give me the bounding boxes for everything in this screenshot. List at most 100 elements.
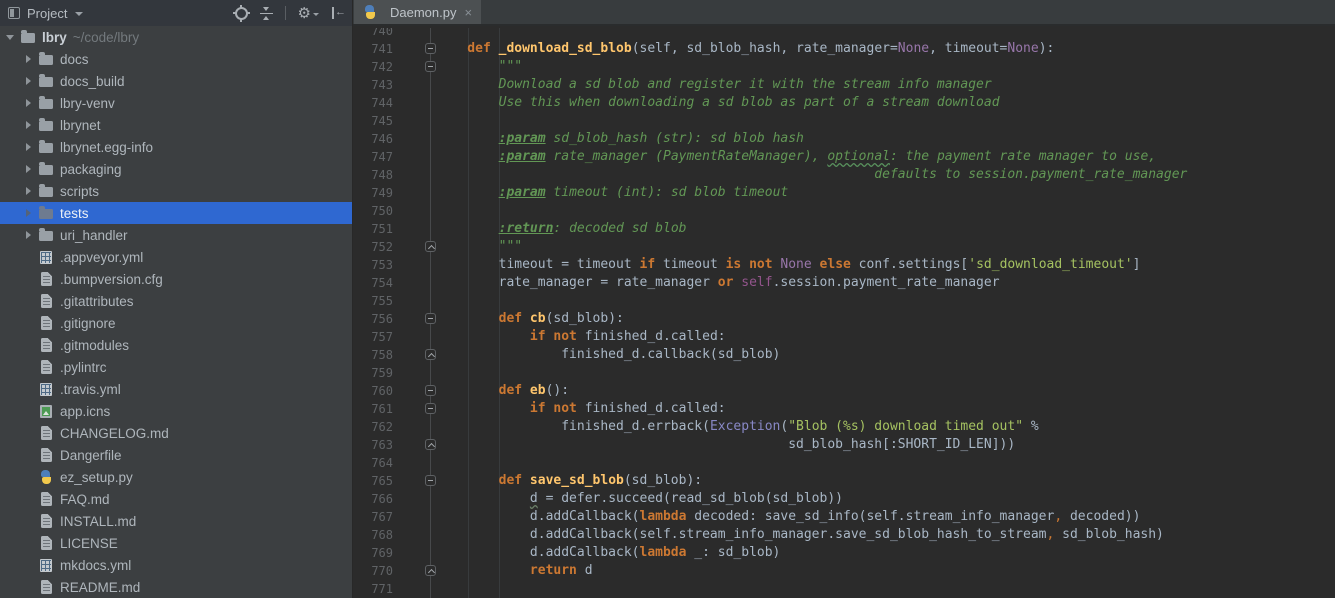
code-line[interactable]: defaults to session.payment_rate_manager: [353, 166, 1335, 184]
tree-item-readme-md[interactable]: README.md: [0, 576, 352, 598]
code-line[interactable]: d.addCallback(self.stream_info_manager.s…: [353, 526, 1335, 544]
code-line[interactable]: d.addCallback(lambda decoded: save_sd_in…: [353, 508, 1335, 526]
code-line[interactable]: d = defer.succeed(read_sd_blob(sd_blob)): [353, 490, 1335, 508]
chevron-expanded-icon[interactable]: [4, 35, 16, 40]
tree-item-mkdocs-yml[interactable]: mkdocs.yml: [0, 554, 352, 576]
tree-item--gitignore[interactable]: .gitignore: [0, 312, 352, 334]
tree-item--gitmodules[interactable]: .gitmodules: [0, 334, 352, 356]
code-line[interactable]: :return: decoded sd blob: [353, 220, 1335, 238]
folder-icon: [38, 227, 54, 243]
tree-item-packaging[interactable]: packaging: [0, 158, 352, 180]
code-line[interactable]: if not finished_d.called:: [353, 400, 1335, 418]
chevron-collapsed-icon[interactable]: [22, 55, 34, 63]
code-line[interactable]: [353, 28, 1335, 40]
editor-body[interactable]: 7407417427437447457467477487497507517527…: [353, 28, 1335, 598]
code-line[interactable]: if not finished_d.called:: [353, 328, 1335, 346]
code-line[interactable]: sd_blob_hash[:SHORT_ID_LEN])): [353, 436, 1335, 454]
code-line[interactable]: return d: [353, 562, 1335, 580]
code-line[interactable]: [353, 112, 1335, 130]
tree-item-docs[interactable]: docs: [0, 48, 352, 70]
code-line[interactable]: d.addCallback(lambda _: sd_blob): [353, 544, 1335, 562]
tree-item-label: scripts: [60, 184, 99, 199]
tree-item-lbry[interactable]: lbry~/code/lbry: [0, 26, 352, 48]
code-line[interactable]: finished_d.callback(sd_blob): [353, 346, 1335, 364]
code-line[interactable]: rate_manager = rate_manager or self.sess…: [353, 274, 1335, 292]
code-line[interactable]: :param sd_blob_hash (str): sd blob hash: [353, 130, 1335, 148]
chevron-collapsed-icon[interactable]: [22, 187, 34, 195]
editor-area: Daemon.py × 7407417427437447457467477487…: [352, 0, 1335, 598]
tree-item--appveyor-yml[interactable]: .appveyor.yml: [0, 246, 352, 268]
project-panel: Project ⚙ lbry~/code/lbrydocsdocs_buildl…: [0, 0, 352, 598]
code-line[interactable]: [353, 580, 1335, 598]
chevron-collapsed-icon[interactable]: [22, 143, 34, 151]
tree-item-ez-setup-py[interactable]: ez_setup.py: [0, 466, 352, 488]
tree-item-app-icns[interactable]: app.icns: [0, 400, 352, 422]
tree-item--gitattributes[interactable]: .gitattributes: [0, 290, 352, 312]
code-line[interactable]: Use this when downloading a sd blob as p…: [353, 94, 1335, 112]
tree-item-faq-md[interactable]: FAQ.md: [0, 488, 352, 510]
locate-icon[interactable]: [235, 7, 248, 20]
tree-item-install-md[interactable]: INSTALL.md: [0, 510, 352, 532]
tree-item-label: Dangerfile: [60, 448, 122, 463]
tree-item-uri-handler[interactable]: uri_handler: [0, 224, 352, 246]
tree-item--travis-yml[interactable]: .travis.yml: [0, 378, 352, 400]
folder-icon: [38, 51, 54, 67]
code-line[interactable]: finished_d.errback(Exception("Blob (%s) …: [353, 418, 1335, 436]
folder-icon: [38, 139, 54, 155]
tree-item-dangerfile[interactable]: Dangerfile: [0, 444, 352, 466]
tree-item-label: mkdocs.yml: [60, 558, 131, 573]
gear-icon[interactable]: ⚙: [298, 7, 319, 20]
tree-item--pylintrc[interactable]: .pylintrc: [0, 356, 352, 378]
tree-item-changelog-md[interactable]: CHANGELOG.md: [0, 422, 352, 444]
chevron-collapsed-icon[interactable]: [22, 77, 34, 85]
code-line[interactable]: Download a sd blob and register it with …: [353, 76, 1335, 94]
tree-item-label: LICENSE: [60, 536, 118, 551]
chevron-collapsed-icon[interactable]: [22, 121, 34, 129]
yaml-file-icon: [38, 249, 54, 265]
chevron-down-icon[interactable]: [75, 12, 83, 16]
code-line[interactable]: :param timeout (int): sd blob timeout: [353, 184, 1335, 202]
code-line[interactable]: def _download_sd_blob(self, sd_blob_hash…: [353, 40, 1335, 58]
close-icon[interactable]: ×: [464, 5, 472, 20]
tree-item-label: .gitmodules: [60, 338, 129, 353]
tab-daemon-py[interactable]: Daemon.py ×: [354, 0, 481, 24]
code-line[interactable]: timeout = timeout if timeout is not None…: [353, 256, 1335, 274]
folder-icon: [38, 73, 54, 89]
chevron-collapsed-icon[interactable]: [22, 209, 34, 217]
code-line[interactable]: """: [353, 58, 1335, 76]
file-icon: [38, 513, 54, 529]
chevron-collapsed-icon[interactable]: [22, 99, 34, 107]
file-icon: [38, 293, 54, 309]
code-line[interactable]: def eb():: [353, 382, 1335, 400]
code-line[interactable]: [353, 292, 1335, 310]
code-line[interactable]: def cb(sd_blob):: [353, 310, 1335, 328]
code-line[interactable]: [353, 454, 1335, 472]
tree-item-docs-build[interactable]: docs_build: [0, 70, 352, 92]
tree-item-lbrynet-egg-info[interactable]: lbrynet.egg-info: [0, 136, 352, 158]
file-icon: [38, 579, 54, 595]
hide-panel-icon[interactable]: [331, 7, 344, 19]
tree-item-label: docs_build: [60, 74, 125, 89]
tree-item-tests[interactable]: tests: [0, 202, 352, 224]
python-file-icon: [363, 5, 377, 19]
code-line[interactable]: def save_sd_blob(sd_blob):: [353, 472, 1335, 490]
tree-item-label: .pylintrc: [60, 360, 107, 375]
code-line[interactable]: [353, 202, 1335, 220]
tree-item-label: .gitattributes: [60, 294, 134, 309]
folder-icon: [38, 161, 54, 177]
collapse-all-icon[interactable]: [260, 7, 273, 20]
tree-item-license[interactable]: LICENSE: [0, 532, 352, 554]
tree-item-lbrynet[interactable]: lbrynet: [0, 114, 352, 136]
file-icon: [38, 359, 54, 375]
chevron-collapsed-icon[interactable]: [22, 165, 34, 173]
code-line[interactable]: :param rate_manager (PaymentRateManager)…: [353, 148, 1335, 166]
code-line[interactable]: """: [353, 238, 1335, 256]
tree-item-scripts[interactable]: scripts: [0, 180, 352, 202]
tree-item--bumpversion-cfg[interactable]: .bumpversion.cfg: [0, 268, 352, 290]
code-line[interactable]: [353, 364, 1335, 382]
folder-icon: [38, 183, 54, 199]
tree-item-lbry-venv[interactable]: lbry-venv: [0, 92, 352, 114]
tree-item-label: lbry-venv: [60, 96, 115, 111]
tree-item-label: lbry: [42, 30, 67, 45]
chevron-collapsed-icon[interactable]: [22, 231, 34, 239]
